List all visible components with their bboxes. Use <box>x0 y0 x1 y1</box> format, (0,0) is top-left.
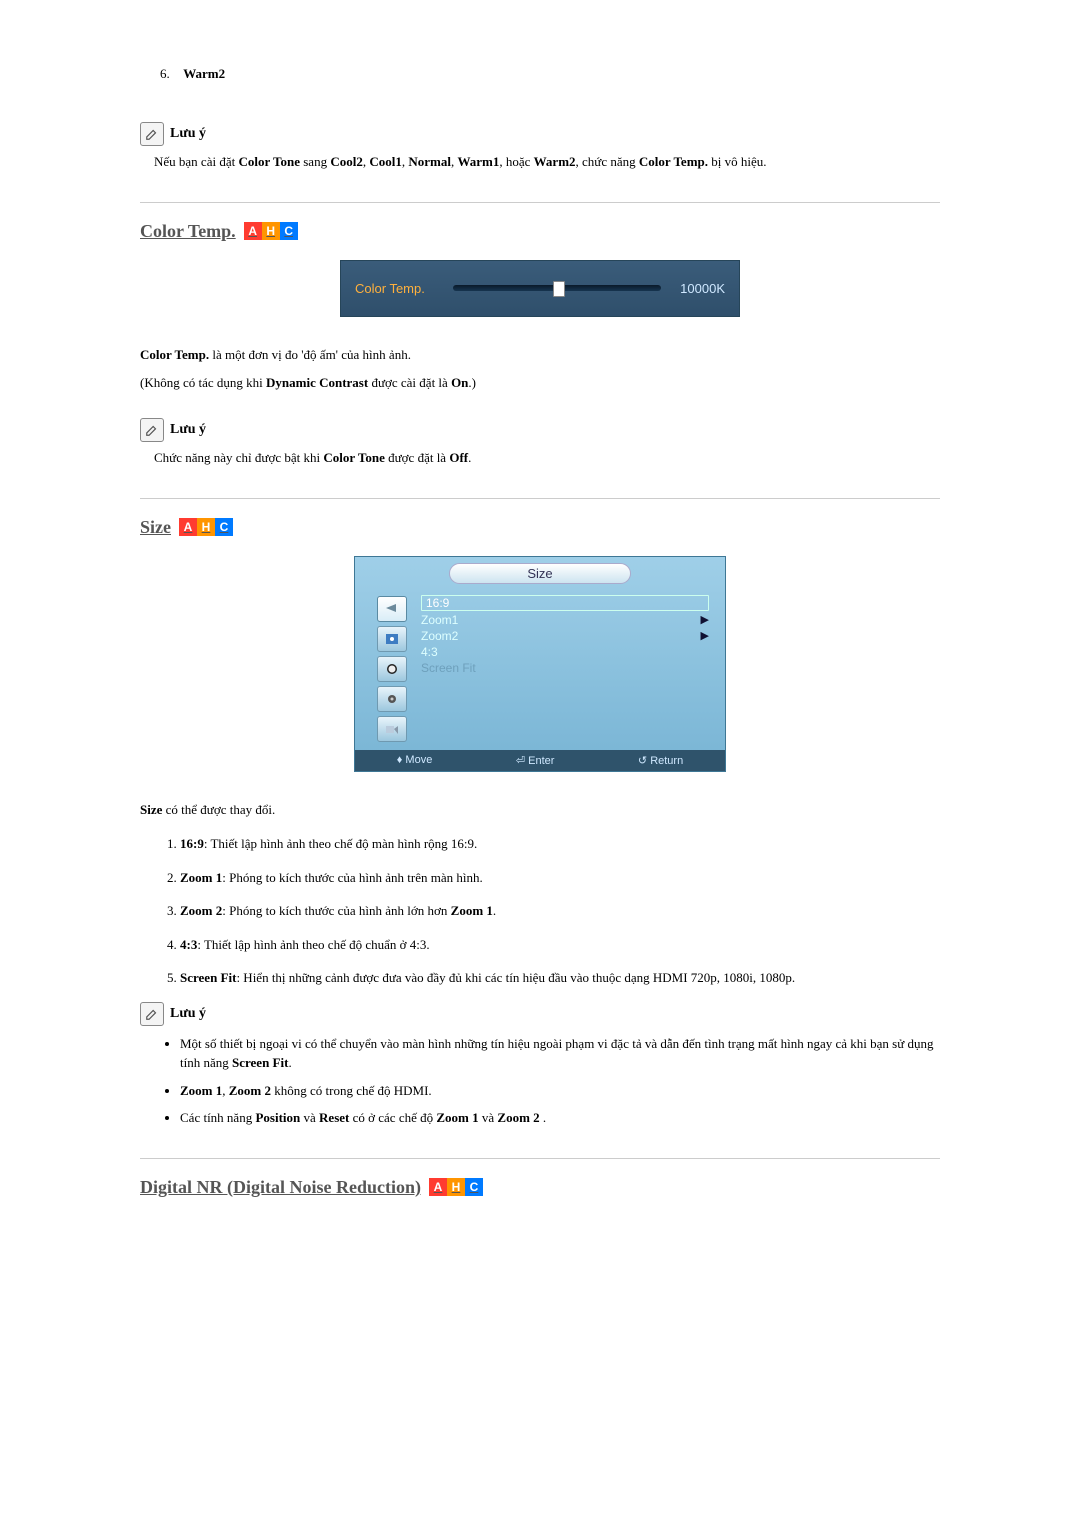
badge-c: C <box>280 222 298 240</box>
list-item: 4:3: Thiết lập hình ảnh theo chế độ chuẩ… <box>180 935 940 955</box>
divider <box>140 1158 940 1159</box>
size-options-list: 16:9: Thiết lập hình ảnh theo chế độ màn… <box>140 834 940 988</box>
pencil-icon <box>140 418 164 442</box>
osd-row-zoom2[interactable]: Zoom2▶ <box>417 628 713 644</box>
slider-label: Color Temp. <box>355 281 445 296</box>
osd-icon-sound[interactable] <box>377 626 407 652</box>
divider <box>140 498 940 499</box>
note-title: Lưu ý <box>170 1006 206 1022</box>
osd-row-16-9[interactable]: 16:9 <box>417 594 713 612</box>
list-item: Một số thiết bị ngoại vi có thể chuyển v… <box>180 1034 940 1073</box>
color-temp-description: Color Temp. là một đơn vị đo 'độ ấm' của… <box>140 345 940 366</box>
color-temp-slider-panel: Color Temp. 10000K <box>340 260 740 317</box>
item-label: Warm2 <box>183 66 225 81</box>
section-heading-digital-nr: Digital NR (Digital Noise Reduction) A H… <box>140 1177 940 1198</box>
slider-thumb[interactable] <box>553 281 565 297</box>
note-block-1: Lưu ý Nếu bạn cài đặt Color Tone sang Co… <box>140 122 940 172</box>
osd-footer-enter: ⏎ Enter <box>516 754 555 767</box>
size-description: Size có thể được thay đổi. <box>140 800 940 821</box>
osd-rows: 16:9 Zoom1▶ Zoom2▶ 4:3 Screen Fit <box>417 592 713 746</box>
badge-c: C <box>215 518 233 536</box>
badge-h: H <box>262 222 280 240</box>
size-osd-panel: Size 16:9 Zoom1▶ Zoom2▶ 4:3 Screen Fit ♦… <box>354 556 726 772</box>
badge-a: A <box>429 1178 447 1196</box>
list-item: Zoom 1: Phóng to kích thước của hình ảnh… <box>180 868 940 888</box>
osd-icon-input[interactable] <box>377 716 407 742</box>
section-heading-color-temp: Color Temp. A H C <box>140 221 940 242</box>
list-item: Zoom 1, Zoom 2 không có trong chế độ HDM… <box>180 1081 940 1101</box>
note-title: Lưu ý <box>170 126 206 142</box>
pencil-icon <box>140 122 164 146</box>
osd-row-zoom1[interactable]: Zoom1▶ <box>417 612 713 628</box>
pencil-icon <box>140 1002 164 1026</box>
color-temp-paren: (Không có tác dụng khi Dynamic Contrast … <box>140 373 940 394</box>
osd-row-4-3[interactable]: 4:3 <box>417 644 713 660</box>
divider <box>140 202 940 203</box>
osd-footer-move: ♦ Move <box>397 754 433 767</box>
osd-icon-picture[interactable] <box>377 596 407 622</box>
list-item: Các tính năng Position và Reset có ở các… <box>180 1108 940 1128</box>
badge-h: H <box>197 518 215 536</box>
section-heading-size: Size A H C <box>140 517 940 538</box>
note-bullets: Một số thiết bị ngoại vi có thể chuyển v… <box>140 1034 940 1128</box>
badge-a: A <box>244 222 262 240</box>
chevron-right-icon: ▶ <box>701 629 709 642</box>
list-item: Screen Fit: Hiển thị những cảnh được đưa… <box>180 968 940 988</box>
osd-footer-return: ↺ Return <box>638 754 683 767</box>
osd-tab: Size <box>449 563 631 584</box>
note-block-2: Lưu ý Chức năng này chỉ được bật khi Col… <box>140 418 940 468</box>
note-title: Lưu ý <box>170 422 206 438</box>
badge-group: A H C <box>179 518 233 536</box>
osd-row-screen-fit[interactable]: Screen Fit <box>417 660 713 676</box>
badge-group: A H C <box>429 1178 483 1196</box>
list-item: Zoom 2: Phóng to kích thước của hình ảnh… <box>180 901 940 921</box>
slider-track[interactable] <box>453 285 661 291</box>
badge-h: H <box>447 1178 465 1196</box>
note-text: Chức năng này chỉ được bật khi Color Ton… <box>154 448 940 468</box>
osd-icon-clock[interactable] <box>377 656 407 682</box>
list-item: 16:9: Thiết lập hình ảnh theo chế độ màn… <box>180 834 940 854</box>
list-item-6: 6. Warm2 <box>160 66 940 82</box>
slider-value: 10000K <box>669 281 725 296</box>
note-block-3: Lưu ý Một số thiết bị ngoại vi có thể ch… <box>140 1002 940 1128</box>
osd-footer: ♦ Move ⏎ Enter ↺ Return <box>355 750 725 771</box>
badge-a: A <box>179 518 197 536</box>
note-text: Nếu bạn cài đặt Color Tone sang Cool2, C… <box>154 152 940 172</box>
osd-icon-column <box>367 592 417 746</box>
item-number: 6. <box>160 66 180 82</box>
badge-c: C <box>465 1178 483 1196</box>
chevron-right-icon: ▶ <box>701 613 709 626</box>
badge-group: A H C <box>244 222 298 240</box>
osd-icon-setup[interactable] <box>377 686 407 712</box>
